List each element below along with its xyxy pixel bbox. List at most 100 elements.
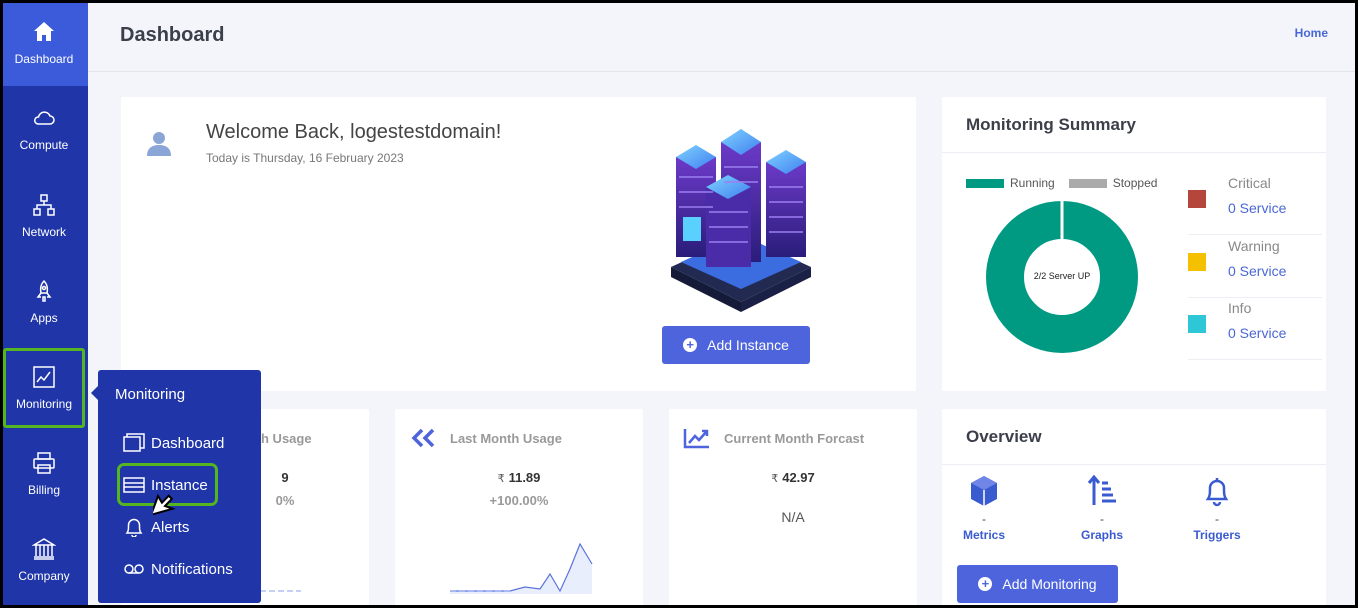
flyout-item-label: Dashboard [151, 434, 225, 452]
add-instance-button[interactable]: + Add Instance [662, 326, 810, 364]
flyout-item-dashboard[interactable]: Dashboard [123, 433, 224, 453]
divider [942, 464, 1326, 465]
donut-center-label: 2/2 Server UP [1033, 271, 1091, 281]
overview-metrics[interactable]: - Metrics [939, 475, 1029, 542]
flyout-item-label: Notifications [151, 560, 233, 578]
home-icon [34, 22, 54, 41]
stat-percent: +100.00% [489, 493, 549, 508]
sidebar-item-label: Network [21, 225, 66, 239]
overview-triggers[interactable]: - Triggers [1172, 475, 1262, 542]
windows-icon [123, 433, 145, 452]
sidebar-item-label: Compute [19, 138, 69, 152]
cube-icon [971, 476, 997, 506]
welcome-title: Welcome Back, logestestdomain! [206, 121, 502, 143]
plus-circle-icon: + [683, 338, 698, 352]
running-swatch [966, 178, 1004, 188]
bell-icon [125, 518, 143, 537]
double-chevron-left-icon [411, 428, 435, 448]
add-monitoring-label: Add Monitoring [1002, 576, 1097, 592]
severity-warning: Warning 0 Service [1188, 236, 1322, 298]
sidebar-item-label: Dashboard [14, 52, 74, 66]
list-icon [123, 477, 145, 493]
last-month-usage-card: Last Month Usage ₹11.89 +100.00% [395, 409, 643, 608]
info-swatch [1188, 315, 1206, 333]
sidebar-item-label: Company [18, 569, 70, 583]
stat-amount: 11.89 [508, 470, 541, 485]
stopped-swatch [1068, 178, 1107, 188]
overview-value: - [1215, 512, 1219, 526]
monitoring-flyout-menu: Monitoring Dashboard Instance Alerts Not… [91, 370, 261, 603]
cloud-icon [34, 111, 55, 125]
sidebar-item-label: Apps [30, 311, 58, 325]
legend-running: Running [1010, 176, 1055, 190]
sidebar-item-monitoring[interactable]: Monitoring [0, 345, 88, 431]
current-month-forecast-card: Current Month Forcast ₹42.97 N/A [669, 409, 917, 608]
mouse-cursor-icon [153, 493, 176, 517]
monitoring-summary-card: Monitoring Summary Running Stopped 2/2 S… [942, 97, 1326, 391]
sidebar-item-apps[interactable]: Apps [0, 259, 88, 345]
overview-graphs[interactable]: - Graphs [1057, 474, 1147, 542]
stat-title: h Usage [261, 431, 312, 446]
usage-sparkline [450, 542, 593, 594]
severity-name: Critical [1228, 175, 1271, 191]
severity-count-link[interactable]: 0 Service [1228, 263, 1286, 279]
stat-amount: 42.97 [782, 470, 815, 485]
sidebar-item-label: Billing [27, 483, 60, 497]
legend-stopped: Stopped [1112, 176, 1158, 190]
usage-sparkline [251, 590, 301, 592]
overview-card: Overview - Metrics - Graphs - Triggers +… [942, 409, 1326, 608]
card-title: Overview [966, 427, 1042, 446]
add-instance-label: Add Instance [707, 337, 789, 353]
page-title: Dashboard [120, 24, 225, 46]
sidebar-item-company[interactable]: Company [0, 517, 88, 603]
severity-name: Info [1228, 300, 1252, 316]
overview-value: - [1100, 512, 1104, 526]
sidebar-item-billing[interactable]: Billing [0, 431, 88, 517]
stat-title: Last Month Usage [450, 431, 562, 446]
severity-count-link[interactable]: 0 Service [1228, 200, 1286, 216]
divider [942, 152, 1326, 153]
donut-legend: Running Stopped [966, 176, 1157, 190]
sidebar-item-compute[interactable]: Compute [0, 86, 88, 172]
sidebar: Dashboard Compute Network Apps Monitorin… [0, 0, 88, 608]
welcome-date: Today is Thursday, 16 February 2023 [206, 151, 404, 165]
welcome-card: Welcome Back, logestestdomain! Today is … [121, 97, 916, 391]
severity-critical: Critical 0 Service [1188, 173, 1322, 235]
critical-swatch [1188, 190, 1206, 208]
user-icon [147, 132, 171, 156]
stat-title: Current Month Forcast [724, 431, 865, 446]
chart-icon [33, 366, 55, 388]
bell-icon [1205, 478, 1229, 507]
overview-value: - [982, 512, 986, 526]
sidebar-item-dashboard[interactable]: Dashboard [0, 0, 88, 86]
breadcrumb-home-link[interactable]: Home [1295, 26, 1328, 40]
severity-count-link[interactable]: 0 Service [1228, 325, 1286, 341]
sort-bars-icon [1087, 474, 1116, 505]
currency-symbol: ₹ [497, 473, 505, 485]
severity-info: Info 0 Service [1188, 298, 1322, 360]
voicemail-icon [124, 564, 144, 574]
card-title: Monitoring Summary [966, 115, 1137, 134]
severity-name: Warning [1228, 238, 1280, 254]
stat-value: ₹11.89 [395, 470, 643, 485]
overview-label: Triggers [1193, 528, 1241, 542]
plus-circle-icon: + [978, 577, 993, 591]
add-monitoring-button[interactable]: + Add Monitoring [957, 565, 1118, 603]
overview-label: Graphs [1080, 528, 1123, 542]
server-illustration [671, 129, 811, 312]
currency-symbol: ₹ [771, 473, 779, 485]
flyout-item-notifications[interactable]: Notifications [123, 559, 233, 579]
flyout-title: Monitoring [115, 386, 186, 403]
stat-value: ₹42.97 [669, 470, 917, 485]
bank-icon [32, 538, 56, 560]
trend-chart-icon [683, 429, 709, 449]
sidebar-item-label: Monitoring [15, 397, 73, 411]
printer-icon [33, 452, 55, 474]
sidebar-item-network[interactable]: Network [0, 173, 88, 259]
flyout-item-label: Alerts [151, 518, 190, 536]
rocket-icon [36, 279, 52, 302]
network-icon [33, 194, 55, 216]
stat-na: N/A [781, 509, 805, 525]
warning-swatch [1188, 253, 1206, 271]
overview-label: Metrics [962, 528, 1006, 542]
